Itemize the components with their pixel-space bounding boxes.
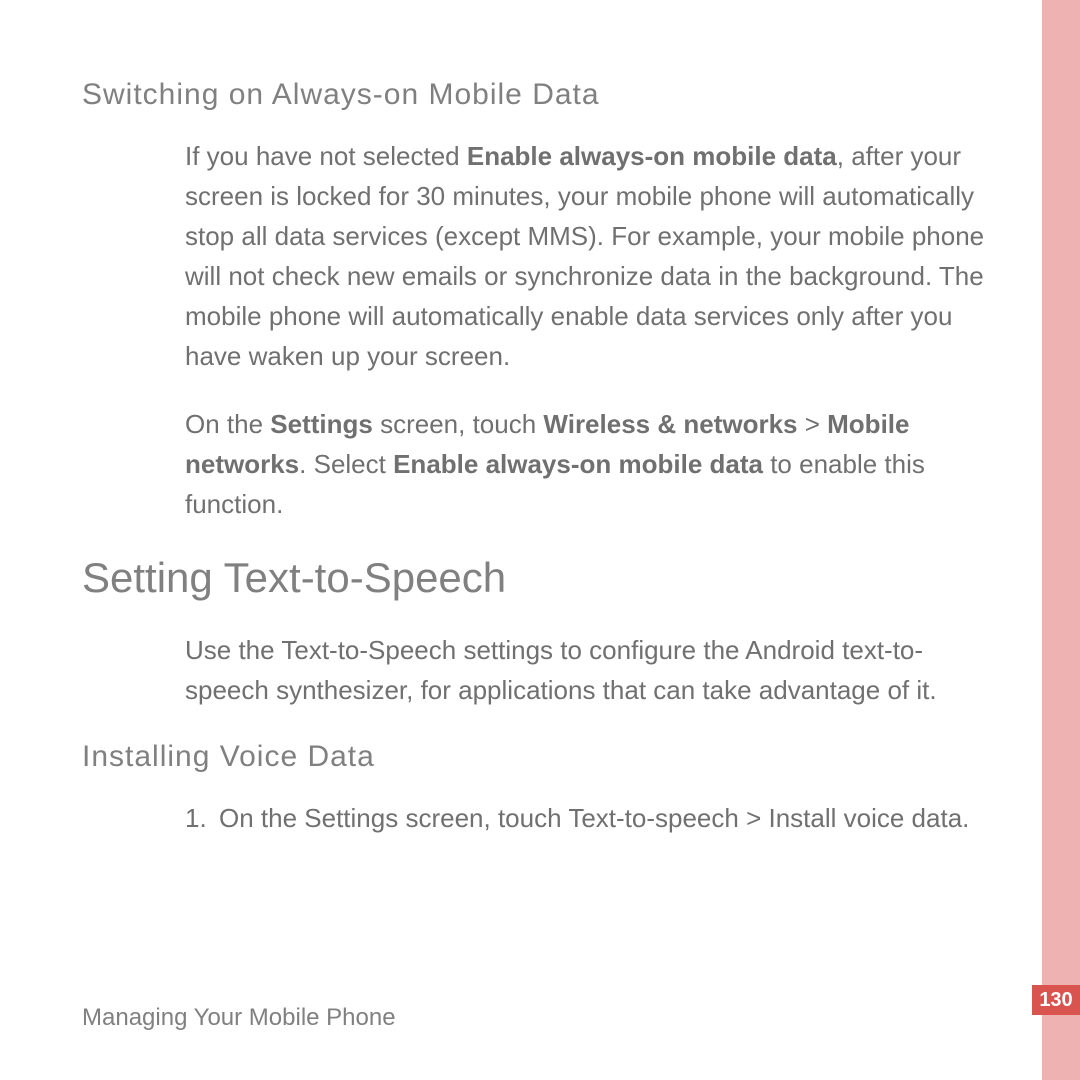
text-run: screen, touch: [398, 803, 568, 833]
list-number: 1.: [185, 798, 219, 838]
bold-enable-always-on-2: Enable always-on mobile data: [393, 449, 763, 479]
body-block-2: Use the Text-to-Speech settings to confi…: [185, 630, 993, 710]
side-stripe: [1042, 0, 1080, 1080]
bold-settings-2: Settings: [304, 803, 398, 833]
text-run: >: [798, 409, 828, 439]
bold-install-voice-data: Install voice data: [768, 803, 962, 833]
text-run: On the: [185, 409, 270, 439]
body-block-1: If you have not selected Enable always-o…: [185, 136, 993, 524]
heading-installing-voice-data: Installing Voice Data: [82, 740, 1002, 774]
heading-setting-text-to-speech: Setting Text-to-Speech: [82, 554, 1002, 602]
text-run: screen, touch: [373, 409, 544, 439]
bold-enable-always-on: Enable always-on mobile data: [467, 141, 837, 171]
document-page: Switching on Always-on Mobile Data If yo…: [0, 0, 1080, 1080]
list-text: On the Settings screen, touch Text-to-sp…: [219, 798, 975, 838]
paragraph-tts-intro: Use the Text-to-Speech settings to confi…: [185, 630, 993, 710]
text-run: . Select: [299, 449, 393, 479]
text-run: On the: [219, 803, 304, 833]
paragraph-always-on-steps: On the Settings screen, touch Wireless &…: [185, 404, 993, 524]
page-number: 130: [1032, 985, 1080, 1015]
list-item-1: 1. On the Settings screen, touch Text-to…: [185, 798, 975, 838]
bold-text-to-speech: Text-to-speech: [568, 803, 739, 833]
text-run: >: [739, 803, 769, 833]
paragraph-always-on-explanation: If you have not selected Enable always-o…: [185, 136, 993, 376]
bold-settings: Settings: [270, 409, 373, 439]
heading-always-on-mobile-data: Switching on Always-on Mobile Data: [82, 78, 1002, 112]
content-area: Switching on Always-on Mobile Data If yo…: [82, 78, 1002, 838]
text-run: If you have not selected: [185, 141, 467, 171]
footer-chapter-title: Managing Your Mobile Phone: [82, 1004, 396, 1032]
text-run: .: [962, 803, 969, 833]
bold-wireless-networks: Wireless & networks: [543, 409, 797, 439]
text-run: , after your screen is locked for 30 min…: [185, 141, 984, 371]
